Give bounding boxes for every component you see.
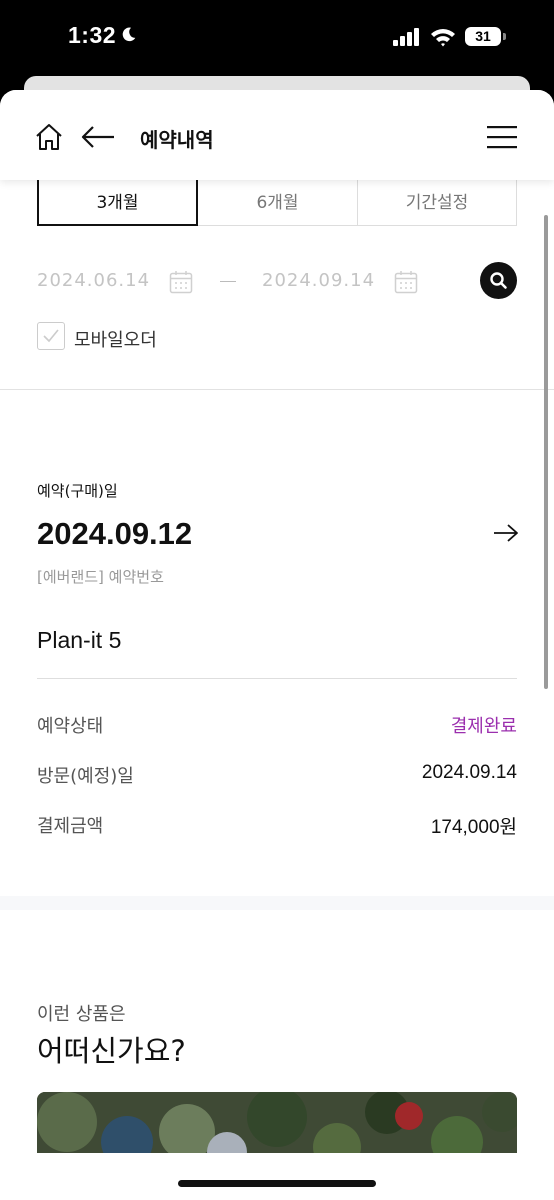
moon-icon [122, 27, 136, 42]
calendar-icon[interactable] [169, 270, 193, 294]
section-divider [0, 896, 554, 910]
calendar-icon[interactable] [394, 270, 418, 294]
app-header: 예약내역 [0, 90, 554, 180]
home-icon[interactable] [34, 123, 64, 151]
mobile-order-checkbox[interactable] [37, 322, 65, 350]
bottom-safe-area [0, 1153, 554, 1200]
period-tabs: 3개월 6개월 기간설정 [37, 180, 517, 226]
check-icon [43, 329, 59, 343]
battery-icon: 31 [465, 27, 507, 48]
start-date-field[interactable]: 2024.06.14 [37, 270, 150, 291]
arrow-right-icon[interactable] [492, 522, 520, 544]
signal-icon [393, 28, 419, 46]
tab-custom-period[interactable]: 기간설정 [357, 180, 517, 226]
product-name: Plan-it 5 [37, 627, 122, 653]
recommend-title: 어떠신가요? [37, 1034, 186, 1068]
page-title: 예약내역 [140, 128, 214, 152]
mobile-order-label: 모바일오더 [74, 330, 157, 351]
divider [37, 678, 517, 679]
end-date-field[interactable]: 2024.09.14 [262, 270, 375, 291]
wifi-icon [431, 29, 455, 47]
search-icon [490, 272, 507, 289]
detail-row-amount: 결제금액 174,000원 [37, 812, 517, 842]
reservation-number-label: [에버랜드] 예약번호 [37, 568, 164, 586]
detail-row-visit-date: 방문(예정)일 2024.09.14 [37, 762, 517, 792]
tab-3-months[interactable]: 3개월 [37, 180, 198, 226]
detail-row-status: 예약상태 결제완료 [37, 712, 517, 742]
search-button[interactable] [480, 262, 517, 299]
back-arrow-icon[interactable] [80, 124, 116, 150]
status-badge: 결제완료 [450, 716, 517, 737]
detail-label: 방문(예정)일 [37, 766, 134, 787]
scrollbar[interactable] [544, 215, 548, 689]
recommended-product-image[interactable] [37, 1092, 517, 1162]
divider [0, 389, 554, 390]
date-range-filter: 2024.06.14 2024.09.14 [37, 262, 517, 302]
detail-value: 174,000원 [430, 817, 517, 838]
battery-level: 31 [465, 27, 501, 46]
status-bar: 1:32 31 [0, 0, 554, 76]
home-indicator[interactable] [178, 1180, 376, 1187]
status-time: 1:32 [68, 22, 117, 48]
recommend-subtitle: 이런 상품은 [37, 1004, 126, 1025]
detail-label: 결제금액 [37, 816, 104, 837]
reservation-sheet: 예약내역 3개월 6개월 기간설정 2024.06.14 2024.09.14 [0, 90, 554, 1200]
date-separator [220, 281, 236, 282]
detail-value: 2024.09.14 [421, 762, 517, 783]
order-date-label: 예약(구매)일 [37, 482, 118, 500]
product-photo [37, 1092, 517, 1162]
order-date: 2024.09.12 [37, 516, 193, 551]
hamburger-menu-icon[interactable] [486, 124, 518, 150]
tab-6-months[interactable]: 6개월 [197, 180, 358, 226]
detail-label: 예약상태 [37, 716, 104, 737]
